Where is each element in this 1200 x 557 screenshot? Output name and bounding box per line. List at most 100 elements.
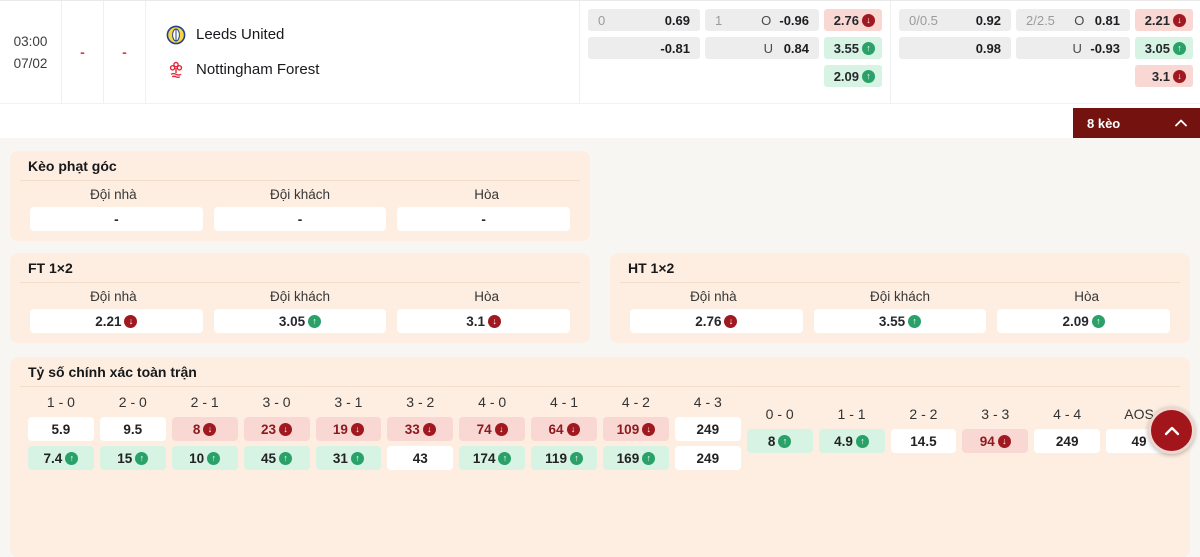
corner-home-odds[interactable]: - [30,207,203,231]
ht-away-odds-cell[interactable]: 3.55 ↑ [813,309,987,333]
home-team-row[interactable]: Leeds United [166,25,579,45]
corner-away-odds[interactable]: - [213,207,387,231]
trend-up-icon: ↑ [778,434,792,448]
score-column-draw: 0 - 0 8 ↑ [746,393,813,470]
betting-odds-page: 03:00 07/02 - - Leeds United Nottingham … [0,0,1200,557]
header-away: Đội khách [869,289,931,304]
odds-group-1: 0 0.69 1 O -0.96 2.76 ↓ -0.81 U 0.84 3.5… [580,1,890,103]
match-row: 03:00 07/02 - - Leeds United Nottingham … [0,0,1200,138]
x12-home-cell[interactable]: 2.21 ↓ [1135,9,1193,31]
trend-down-icon: ↓ [279,422,293,436]
hdp-line: 0 [598,12,606,28]
score-odds-cell[interactable]: 119 ↑ [531,446,597,470]
chevron-up-icon [1164,426,1179,435]
ht-draw-odds-cell[interactable]: 2.09 ↑ [997,309,1171,333]
under-label: U [1072,40,1082,56]
odds-panels: Kèo phạt góc Đội nhà Đội khách Hòa - - -… [0,138,1200,557]
score-odds-cell[interactable]: 249 [1034,429,1101,453]
score-column: 4 - 2 109 ↓ 169 ↑ [603,393,669,470]
score-odds-cell[interactable]: 15 ↑ [99,446,166,470]
score-odds-cell[interactable]: 10 ↑ [171,446,238,470]
x12-away-cell[interactable]: 3.55 ↑ [824,37,882,59]
score-odds-cell[interactable]: 19 ↓ [315,417,382,441]
trend-down-icon: ↓ [724,314,738,328]
score-odds-cell[interactable]: 14.5 [890,429,957,453]
ou-cell-top[interactable]: 2/2.5 O 0.81 [1016,9,1130,31]
hdp-cell-top[interactable]: 0 0.69 [588,9,700,31]
score-column-draw: 1 - 1 4.9 ↑ [818,393,885,470]
header-home: Đội nhà [90,187,137,202]
scroll-to-top-button[interactable] [1148,407,1195,454]
score-odds-cell[interactable]: 109 ↓ [603,417,669,441]
home-team-name: Leeds United [196,26,285,43]
trend-up-icon: ↑ [862,41,875,55]
chevron-up-icon [1175,119,1187,127]
hdp-line: 0/0.5 [909,12,938,28]
score-odds-cell[interactable]: 174 ↑ [459,446,526,470]
x12-away-cell[interactable]: 3.05 ↑ [1135,37,1193,59]
trend-down-icon: ↓ [488,314,502,328]
away-team-row[interactable]: Nottingham Forest [166,60,579,80]
x12-home-odds: 2.76 [833,12,859,28]
score-odds-cell[interactable]: 74 ↓ [459,417,526,441]
score-odds-cell[interactable]: 64 ↓ [531,417,597,441]
score-odds-cell[interactable]: 4.9 ↑ [818,429,885,453]
trend-up-icon: ↑ [279,451,293,465]
trend-up-icon: ↑ [498,451,512,465]
score-odds-cell[interactable]: 23 ↓ [243,417,310,441]
ft-draw-odds-cell[interactable]: 3.1 ↓ [397,309,571,333]
x12-draw-odds: 2.09 [833,68,859,84]
header-draw: Hòa [1074,289,1100,304]
under-label: U [763,40,774,56]
hdp-cell-bottom[interactable]: -0.81 [588,37,700,59]
score-odds-cell[interactable]: 33 ↓ [387,417,454,441]
score-odds-cell[interactable]: 5.9 [28,417,94,441]
trend-up-icon: ↑ [350,451,364,465]
trend-up-icon: ↑ [569,451,583,465]
x12-draw-cell[interactable]: 2.09 ↑ [824,65,882,87]
x12-home-cell[interactable]: 2.76 ↓ [824,9,882,31]
score-odds-cell[interactable]: 31 ↑ [315,446,382,470]
score-column: 4 - 1 64 ↓ 119 ↑ [531,393,597,470]
hdp-cell-top[interactable]: 0/0.5 0.92 [899,9,1011,31]
score-column: 3 - 0 23 ↓ 45 ↑ [243,393,310,470]
score-odds-cell[interactable]: 45 ↑ [243,446,310,470]
hdp-cell-bottom[interactable]: 0.98 [899,37,1011,59]
trend-up-icon: ↑ [65,451,79,465]
header-home: Đội nhà [90,289,137,304]
ft-away-odds-cell[interactable]: 3.05 ↑ [213,309,387,333]
header-draw: Hòa [474,187,500,202]
ht-home-odds-cell[interactable]: 2.76 ↓ [630,309,803,333]
under-odds: -0.93 [1090,40,1120,56]
trend-up-icon: ↑ [308,314,322,328]
score-odds-cell[interactable]: 169 ↑ [603,446,669,470]
score-column: 4 - 0 74 ↓ 174 ↑ [459,393,526,470]
ft-1x2-panel: FT 1×2 Đội nhà Đội khách Hòa 2.21 ↓ 3.05… [10,253,590,343]
score-odds-cell[interactable]: 8 ↑ [746,429,813,453]
over-odds: 0.81 [1094,12,1120,28]
header-away: Đội khách [269,187,331,202]
corner-odds-panel: Kèo phạt góc Đội nhà Đội khách Hòa - - - [10,151,590,241]
teams-block[interactable]: Leeds United Nottingham Forest [146,1,580,103]
score-odds-cell[interactable]: 249 [674,417,741,441]
ou-cell-bottom[interactable]: U -0.93 [1016,37,1130,59]
ou-cell-top[interactable]: 1 O -0.96 [705,9,819,31]
score-column: 2 - 1 8 ↓ 10 ↑ [171,393,238,470]
corner-draw-odds[interactable]: - [397,207,571,231]
x12-draw-cell[interactable]: 3.1 ↓ [1135,65,1193,87]
away-score-placeholder: - [104,1,146,103]
score-odds-cell[interactable]: 8 ↓ [171,417,238,441]
ou-cell-bottom[interactable]: U 0.84 [705,37,819,59]
x12-away-odds: 3.55 [833,40,859,56]
more-odds-button[interactable]: 8 kèo [1073,108,1200,138]
trend-down-icon: ↓ [422,422,436,436]
score-odds-cell[interactable]: 9.5 [99,417,166,441]
ft-home-odds-cell[interactable]: 2.21 ↓ [30,309,203,333]
x12-draw-odds: 3.1 [1151,68,1170,84]
score-odds-cell[interactable]: 43 [387,446,454,470]
score-odds-cell[interactable]: 249 [674,446,741,470]
score-odds-cell[interactable]: 7.4 ↑ [28,446,94,470]
score-panel-title: Tỷ số chính xác toàn trận [20,357,1180,387]
score-odds-cell[interactable]: 94 ↓ [962,429,1029,453]
trend-up-icon: ↑ [207,451,221,465]
